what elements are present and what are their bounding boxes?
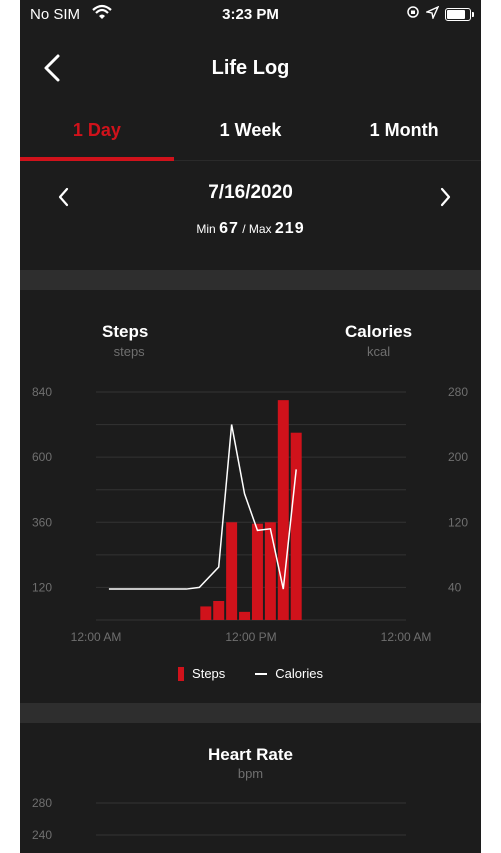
y-left-tick-label: 600 bbox=[32, 450, 52, 464]
nav-bar: Life Log bbox=[20, 38, 481, 98]
heart-rate-unit: bpm bbox=[237, 766, 264, 781]
y-right-tick-label: 280 bbox=[448, 385, 468, 399]
orientation-lock-icon bbox=[406, 5, 420, 23]
y-right-tick-label: 120 bbox=[448, 515, 468, 529]
min-max-separator: / bbox=[242, 222, 246, 236]
legend-steps-label: Steps bbox=[192, 666, 226, 681]
steps-unit: steps bbox=[113, 344, 145, 359]
next-date-button[interactable] bbox=[431, 182, 459, 212]
steps-header: Steps steps bbox=[102, 322, 148, 359]
status-bar: No SIM 3:23 PM bbox=[20, 0, 481, 34]
legend-calories-label: Calories bbox=[275, 666, 323, 681]
current-date: 7/16/2020 bbox=[208, 182, 293, 203]
y-right-tick-label: 40 bbox=[448, 580, 462, 594]
y-left-tick-label: 360 bbox=[32, 515, 52, 529]
steps-bar bbox=[264, 522, 276, 620]
heart-rate-chart: 280 240 bbox=[32, 796, 406, 842]
date-selector: 7/16/2020 Min 67 / Max 219 bbox=[20, 170, 481, 250]
steps-bar bbox=[290, 432, 302, 620]
x-tick-label: 12:00 PM bbox=[225, 630, 276, 644]
heart-rate-title: Heart Rate bbox=[207, 745, 294, 764]
max-label: Max bbox=[248, 222, 272, 236]
chevron-right-icon bbox=[440, 187, 451, 207]
battery-icon bbox=[445, 7, 474, 21]
x-tick-label: 12:00 AM bbox=[71, 630, 122, 644]
hr-y-tick-label: 280 bbox=[32, 796, 52, 810]
y-right-tick-label: 200 bbox=[448, 450, 468, 464]
min-max-summary: Min 67 / Max 219 bbox=[20, 220, 481, 238]
hr-y-tick-label: 240 bbox=[32, 828, 52, 842]
steps-calories-chart: 120 360 600 840 40 120 200 280 12:00 AM 12:00 PM 1… bbox=[32, 385, 468, 644]
calories-title: Calories bbox=[345, 322, 413, 341]
legend-calories: Calories bbox=[255, 666, 323, 681]
chart-legend: Steps Calories bbox=[20, 666, 481, 681]
tab-1-month[interactable]: 1 Month bbox=[327, 108, 481, 160]
y-left-tick-label: 840 bbox=[32, 385, 52, 399]
calories-header: Calories kcal bbox=[345, 322, 412, 359]
tab-1-day[interactable]: 1 Day bbox=[20, 108, 174, 161]
page-title: Life Log bbox=[211, 57, 290, 79]
status-indicators bbox=[406, 5, 474, 23]
app-screen: No SIM 3:23 PM Life Log 1 Day 1 Week 1 M… bbox=[20, 0, 481, 853]
location-icon bbox=[424, 5, 440, 23]
min-value: 67 bbox=[219, 220, 239, 237]
period-tabs: 1 Day 1 Week 1 Month bbox=[20, 108, 481, 161]
tab-1-week[interactable]: 1 Week bbox=[174, 108, 328, 160]
max-value: 219 bbox=[274, 220, 305, 237]
calories-unit: kcal bbox=[366, 344, 391, 359]
y-left-tick-label: 120 bbox=[32, 580, 52, 594]
legend-steps: Steps bbox=[178, 666, 225, 681]
steps-bar bbox=[213, 601, 225, 620]
legend-calories-swatch bbox=[255, 672, 268, 675]
steps-bar bbox=[251, 523, 263, 620]
x-tick-label: 12:00 AM bbox=[381, 630, 432, 644]
section-divider bbox=[20, 270, 481, 290]
steps-bar bbox=[239, 611, 251, 620]
steps-bar bbox=[226, 522, 238, 620]
steps-title: Steps bbox=[102, 322, 149, 341]
min-label: Min bbox=[196, 222, 216, 236]
legend-steps-swatch bbox=[178, 666, 185, 681]
steps-bar bbox=[200, 606, 212, 620]
section-divider bbox=[20, 703, 481, 723]
